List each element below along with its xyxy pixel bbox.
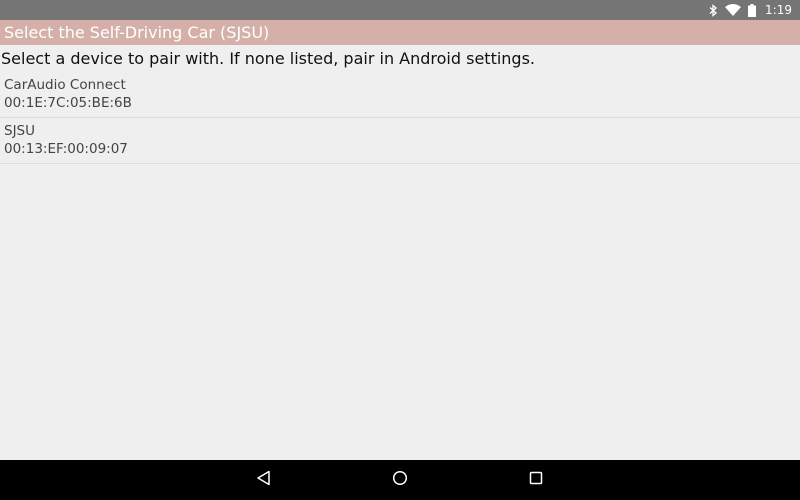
back-button[interactable] (196, 460, 332, 500)
status-bar: 1:19 (0, 0, 800, 20)
device-item-caraudio[interactable]: CarAudio Connect 00:1E:7C:05:BE:6B (0, 72, 800, 118)
home-button[interactable] (332, 460, 468, 500)
screen: 1:19 Select the Self-Driving Car (SJSU) … (0, 0, 800, 500)
device-list: CarAudio Connect 00:1E:7C:05:BE:6B SJSU … (0, 72, 800, 164)
title-bar: Select the Self-Driving Car (SJSU) (0, 20, 800, 45)
bluetooth-icon (709, 3, 718, 17)
recents-button[interactable] (468, 460, 604, 500)
page-title: Select the Self-Driving Car (SJSU) (4, 23, 270, 42)
navigation-bar (0, 460, 800, 500)
device-name: SJSU (4, 123, 36, 139)
battery-icon (748, 3, 757, 17)
device-name: CarAudio Connect (4, 77, 126, 93)
back-icon (256, 470, 272, 490)
home-icon (392, 470, 408, 490)
status-time: 1:19 (765, 3, 792, 17)
wifi-icon (725, 4, 742, 16)
instructions-text: Select a device to pair with. If none li… (1, 49, 535, 68)
device-address: 00:13:EF:00:09:07 (4, 141, 128, 157)
device-item-sjsu[interactable]: SJSU 00:13:EF:00:09:07 (0, 118, 800, 164)
recents-icon (528, 470, 544, 490)
device-address: 00:1E:7C:05:BE:6B (4, 95, 132, 111)
